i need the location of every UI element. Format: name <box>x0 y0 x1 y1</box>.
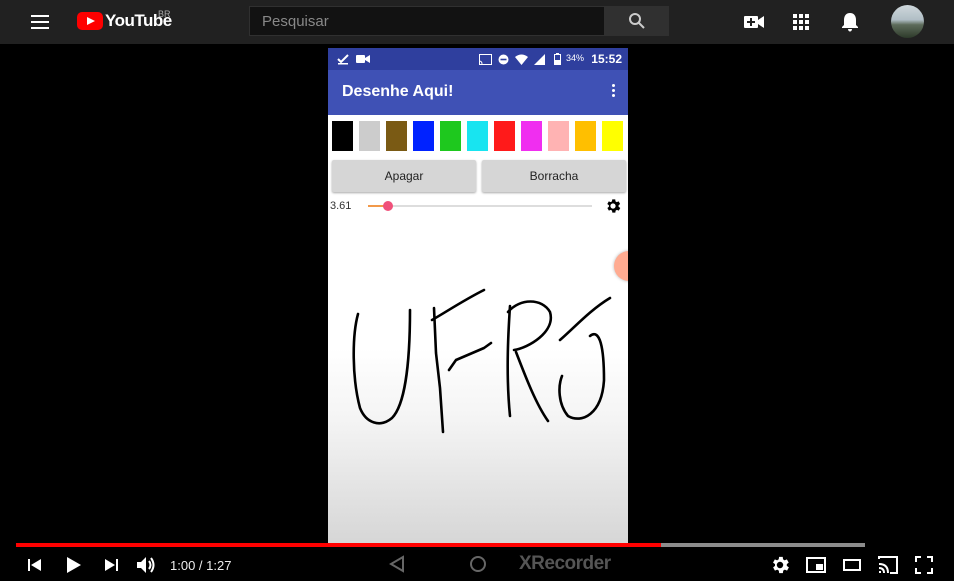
progress-played <box>16 543 662 547</box>
country-code: BR <box>158 9 171 19</box>
youtube-logo[interactable]: YouTube BR <box>77 9 172 32</box>
fullscreen-icon[interactable] <box>913 554 935 576</box>
youtube-masthead: YouTube BR <box>0 0 954 44</box>
miniplayer-icon[interactable] <box>805 554 827 576</box>
search-box <box>249 6 605 36</box>
youtube-play-logo-icon <box>77 12 103 30</box>
slider-thumb[interactable] <box>383 201 394 211</box>
menu-icon[interactable] <box>28 10 52 34</box>
color-swatch-11[interactable] <box>602 121 623 151</box>
android-nav-buttons-icon <box>389 555 486 573</box>
screen-recorder-icon <box>356 55 370 63</box>
volume-icon[interactable] <box>135 554 157 576</box>
color-swatch-1[interactable] <box>332 121 353 151</box>
signal-icon <box>534 54 545 65</box>
gear-icon[interactable] <box>604 197 622 215</box>
theater-mode-icon[interactable] <box>841 554 863 576</box>
play-icon[interactable] <box>62 554 84 576</box>
color-swatch-4[interactable] <box>413 121 434 151</box>
android-status-bar: 34% 15:52 <box>328 48 628 70</box>
app-toolbar: Desenhe Aqui! <box>328 70 628 115</box>
settings-icon[interactable] <box>769 554 791 576</box>
do-not-disturb-icon <box>498 54 509 65</box>
color-swatch-9[interactable] <box>548 121 569 151</box>
wifi-icon <box>515 54 528 65</box>
color-swatch-6[interactable] <box>467 121 488 151</box>
video-progress-bar[interactable] <box>16 543 865 547</box>
status-time: 15:52 <box>591 52 622 66</box>
hand-drawn-strokes <box>352 288 612 434</box>
color-swatch-10[interactable] <box>575 121 596 151</box>
color-swatch-7[interactable] <box>494 121 515 151</box>
color-swatch-5[interactable] <box>440 121 461 151</box>
erase-button[interactable]: Apagar <box>332 160 476 192</box>
next-icon[interactable] <box>100 554 122 576</box>
video-frame-phone-screen: 34% 15:52 Desenhe Aqui! Apagar Borracha … <box>328 48 628 544</box>
brush-size-value: 3.61 <box>330 200 352 212</box>
color-swatch-2[interactable] <box>359 121 380 151</box>
time-display: 1:00 / 1:27 <box>170 558 232 573</box>
check-icon <box>337 54 349 65</box>
search-button[interactable] <box>604 6 669 36</box>
bell-icon[interactable] <box>839 11 861 33</box>
search-icon <box>629 13 645 29</box>
brush-size-slider[interactable] <box>368 201 592 211</box>
eraser-button[interactable]: Borracha <box>482 160 626 192</box>
previous-icon[interactable] <box>24 554 46 576</box>
avatar[interactable] <box>891 5 924 38</box>
cast-icon[interactable] <box>877 554 899 576</box>
battery-icon <box>554 53 561 65</box>
watermark-text: XRecorder <box>519 553 611 574</box>
more-vert-icon[interactable] <box>610 84 616 102</box>
drawing-canvas[interactable] <box>328 218 628 544</box>
brush-size-row: 3.61 <box>328 196 628 216</box>
battery-percent: 34% <box>566 53 585 63</box>
color-swatch-3[interactable] <box>386 121 407 151</box>
search-input[interactable] <box>250 7 604 35</box>
apps-grid-icon[interactable] <box>790 11 812 33</box>
app-title: Desenhe Aqui! <box>342 83 454 100</box>
screen-recorder-watermark: XRecorder <box>385 551 625 577</box>
video-camera-plus-icon[interactable] <box>743 11 765 33</box>
color-palette <box>332 121 626 151</box>
action-buttons: Apagar Borracha <box>332 160 626 192</box>
cast-icon <box>479 54 492 65</box>
color-swatch-8[interactable] <box>521 121 542 151</box>
